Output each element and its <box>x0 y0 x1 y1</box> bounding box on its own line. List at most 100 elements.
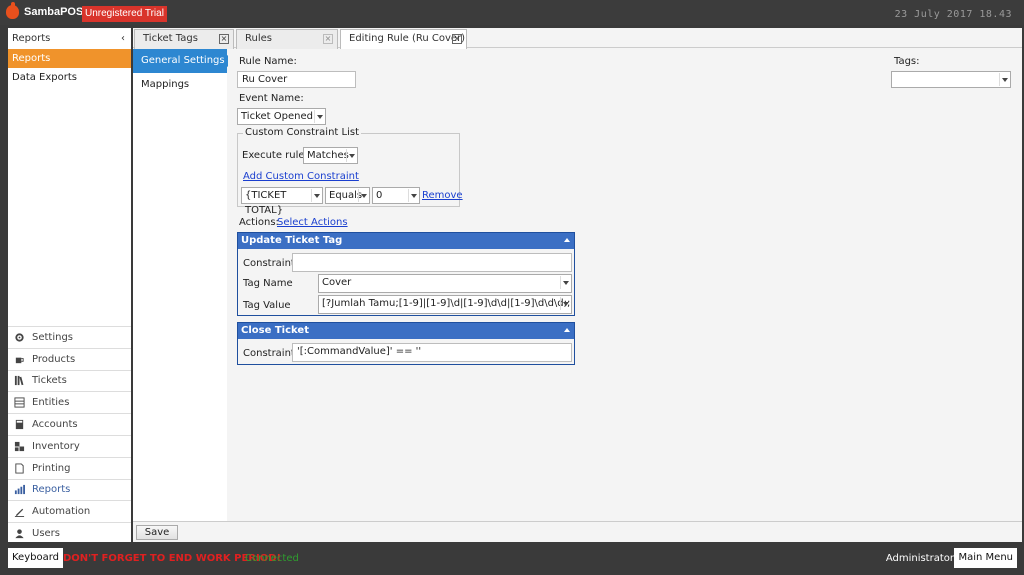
chevron-down-icon <box>346 149 356 162</box>
tag-value-value: [?Jumlah Tamu;[1-9]|[1-9]\d|[1-9]\d\d|[1… <box>322 298 571 309</box>
coffee-cup-icon <box>15 357 24 363</box>
samba-logo-icon <box>6 2 19 19</box>
subnav-mappings[interactable]: Mappings <box>133 73 227 97</box>
nav-item-data-exports[interactable]: Data Exports <box>8 68 131 87</box>
constraint-field-select[interactable]: {TICKET TOTAL} <box>241 187 323 216</box>
app-logo: SambaPOS <box>6 2 84 19</box>
module-tickets[interactable]: Tickets <box>8 369 131 392</box>
module-automation[interactable]: Automation <box>8 500 131 522</box>
action-update-ticket-tag: Update Ticket Tag Constraint: Tag Name C… <box>237 232 575 316</box>
left-navigation: Reports ‹ Reports Data Exports Settings … <box>8 28 131 542</box>
chevron-down-icon <box>358 189 368 202</box>
constraint-field-value: {TICKET TOTAL} <box>245 190 287 216</box>
current-user: Administrator <box>885 553 954 564</box>
execute-rule-value: Matches <box>307 150 349 161</box>
chevron-down-icon <box>311 189 321 202</box>
tags-label: Tags: <box>894 56 920 67</box>
remove-constraint-link[interactable]: Remove <box>422 190 463 201</box>
chevron-down-icon <box>408 189 418 202</box>
constraint-operator-select[interactable]: Equals <box>325 187 370 204</box>
chevron-left-icon[interactable]: ‹ <box>121 33 125 44</box>
tag-name-value: Cover <box>322 277 352 288</box>
chevron-down-icon <box>314 110 324 123</box>
action-header[interactable]: Update Ticket Tag <box>238 233 574 249</box>
close-icon[interactable]: × <box>219 34 229 44</box>
action-close-ticket: Close Ticket Constraint: '[:CommandValue… <box>237 322 575 365</box>
bar-chart-icon <box>14 485 25 495</box>
module-products[interactable]: Products <box>8 347 131 370</box>
connection-status: Connected <box>245 553 299 564</box>
tab-bar: Ticket Tags × Rules × Editing Rule (Ru C… <box>133 28 1022 49</box>
module-users[interactable]: Users <box>8 522 131 544</box>
module-list: Settings Products Tickets Entities Accou… <box>8 326 131 544</box>
keyboard-button[interactable]: Keyboard <box>8 548 64 568</box>
event-name-label: Event Name: <box>239 93 304 104</box>
constraint-value-select[interactable]: 0 <box>372 187 420 204</box>
rule-editor: Rule Name: Ru Cover Event Name: Ticket O… <box>228 49 1022 521</box>
tags-select[interactable] <box>891 71 1011 88</box>
close-icon[interactable]: × <box>323 34 333 44</box>
close-icon[interactable]: × <box>452 34 462 44</box>
module-accounts[interactable]: Accounts <box>8 413 131 435</box>
actions-label: Actions: <box>239 217 279 228</box>
module-label: Entities <box>32 397 70 409</box>
event-name-value: Ticket Opened <box>241 111 313 122</box>
constraint-group-title: Custom Constraint List <box>243 127 361 138</box>
module-label: Automation <box>32 506 91 518</box>
constraint-value: 0 <box>376 190 383 201</box>
pen-icon <box>14 509 25 518</box>
tag-value-select[interactable]: [?Jumlah Tamu;[1-9]|[1-9]\d|[1-9]\d\d|[1… <box>318 295 572 314</box>
select-actions-link[interactable]: Select Actions <box>277 217 348 228</box>
app-logo-text: SambaPOS <box>24 6 84 18</box>
module-label: Reports <box>32 484 71 496</box>
event-name-select[interactable]: Ticket Opened <box>237 108 326 125</box>
module-label: Tickets <box>32 375 67 387</box>
save-bar: Save <box>133 521 1022 542</box>
collapse-icon[interactable] <box>564 328 570 332</box>
tab-editing-rule[interactable]: Editing Rule (Ru Cover) × <box>340 29 467 49</box>
collapse-icon[interactable] <box>564 238 570 242</box>
subnav-general-settings[interactable]: General Settings <box>133 49 235 73</box>
list-icon <box>14 397 25 408</box>
tab-label: Ticket Tags <box>143 33 198 44</box>
books-icon <box>14 376 24 386</box>
document-icon <box>15 463 24 474</box>
nav-header-label: Reports <box>12 33 51 44</box>
module-label: Users <box>32 528 61 540</box>
main-menu-button[interactable]: Main Menu <box>954 548 1017 568</box>
chevron-down-icon <box>560 276 570 289</box>
module-reports[interactable]: Reports <box>8 478 131 501</box>
nav-header[interactable]: Reports ‹ <box>8 28 131 49</box>
module-label: Settings <box>32 331 74 343</box>
user-icon <box>15 529 24 539</box>
module-entities[interactable]: Entities <box>8 391 131 413</box>
settings-subnav: General Settings Mappings <box>133 49 235 521</box>
action-header[interactable]: Close Ticket <box>238 323 574 339</box>
add-custom-constraint-link[interactable]: Add Custom Constraint <box>243 171 359 182</box>
tag-name-label: Tag Name <box>243 278 293 289</box>
tab-ticket-tags[interactable]: Ticket Tags × <box>134 29 234 49</box>
constraint-label: Constraint: <box>243 348 299 359</box>
tag-name-select[interactable]: Cover <box>318 274 572 293</box>
bottom-bar: Keyboard DON'T FORGET TO END WORK PERIOD… <box>0 545 1024 575</box>
module-printing[interactable]: Printing <box>8 456 131 479</box>
constraint-label: Constraint: <box>243 258 299 269</box>
action-constraint-input[interactable]: '[:CommandValue]' == '' <box>292 343 572 362</box>
rule-name-input[interactable]: Ru Cover <box>237 71 356 88</box>
title-bar: SambaPOS Unregistered Trial 23 July 2017… <box>0 0 1024 25</box>
module-label: Accounts <box>32 419 78 431</box>
inventory-icon <box>14 441 25 451</box>
tab-rules[interactable]: Rules × <box>236 29 338 49</box>
module-settings[interactable]: Settings <box>8 326 131 348</box>
tab-label: Rules <box>245 33 272 44</box>
calculator-icon <box>15 419 24 430</box>
execute-rule-select[interactable]: Matches <box>303 147 358 164</box>
action-title: Update Ticket Tag <box>241 235 343 246</box>
action-constraint-input[interactable] <box>292 253 572 272</box>
module-label: Inventory <box>32 440 80 452</box>
custom-constraint-group: Custom Constraint List Execute rule if M… <box>237 127 463 216</box>
save-button[interactable]: Save <box>136 525 178 540</box>
module-inventory[interactable]: Inventory <box>8 434 131 457</box>
main-panel: Ticket Tags × Rules × Editing Rule (Ru C… <box>133 28 1022 542</box>
nav-item-reports[interactable]: Reports <box>8 49 131 68</box>
